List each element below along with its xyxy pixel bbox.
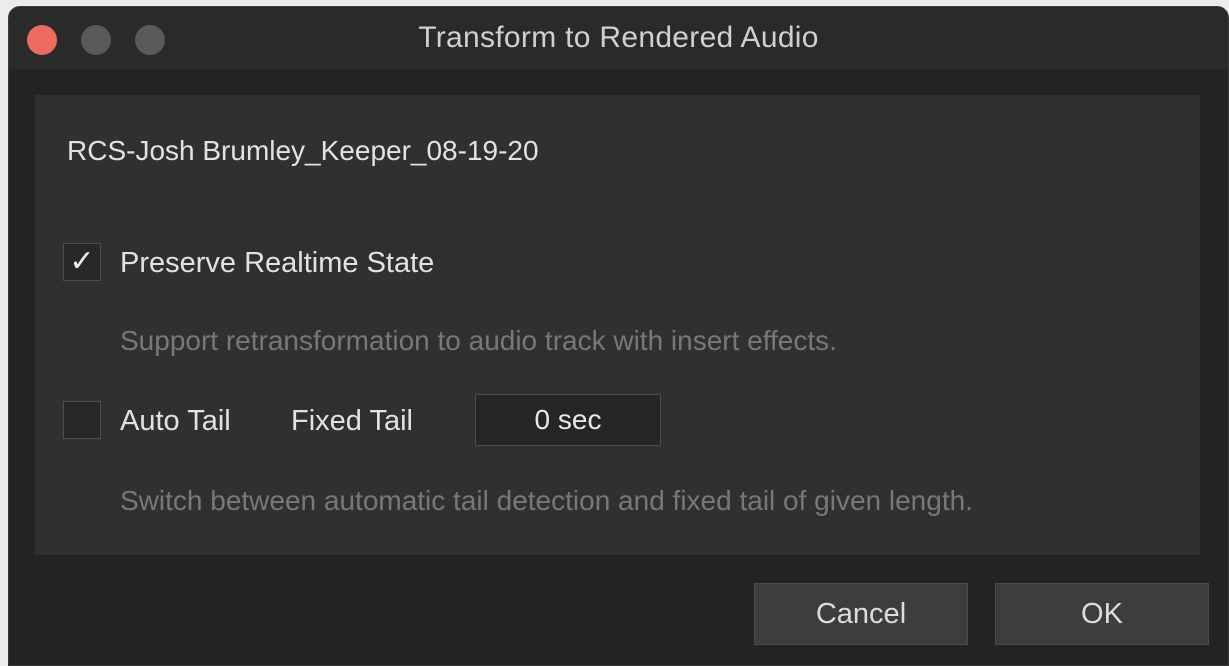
preserve-realtime-checkbox[interactable]: ✓ bbox=[63, 243, 101, 281]
auto-tail-checkbox[interactable] bbox=[63, 401, 101, 439]
ok-button[interactable]: OK bbox=[995, 583, 1209, 645]
preserve-realtime-hint: Support retransformation to audio track … bbox=[120, 325, 837, 356]
dialog-window: Transform to Rendered Audio RCS-Josh Bru… bbox=[8, 6, 1229, 666]
preserve-realtime-label[interactable]: Preserve Realtime State bbox=[120, 247, 434, 280]
auto-tail-label[interactable]: Auto Tail bbox=[120, 405, 231, 438]
title-bar: Transform to Rendered Audio bbox=[9, 7, 1228, 69]
fixed-tail-input[interactable]: 0 sec bbox=[475, 394, 661, 446]
clip-name: RCS-Josh Brumley_Keeper_08-19-20 bbox=[67, 135, 539, 166]
cancel-button[interactable]: Cancel bbox=[754, 583, 968, 645]
window-title: Transform to Rendered Audio bbox=[418, 21, 819, 54]
fixed-tail-label: Fixed Tail bbox=[291, 405, 413, 437]
checkmark-icon: ✓ bbox=[69, 245, 95, 278]
options-panel: RCS-Josh Brumley_Keeper_08-19-20 ✓ Prese… bbox=[35, 95, 1200, 555]
tail-hint: Switch between automatic tail detection … bbox=[120, 485, 973, 516]
